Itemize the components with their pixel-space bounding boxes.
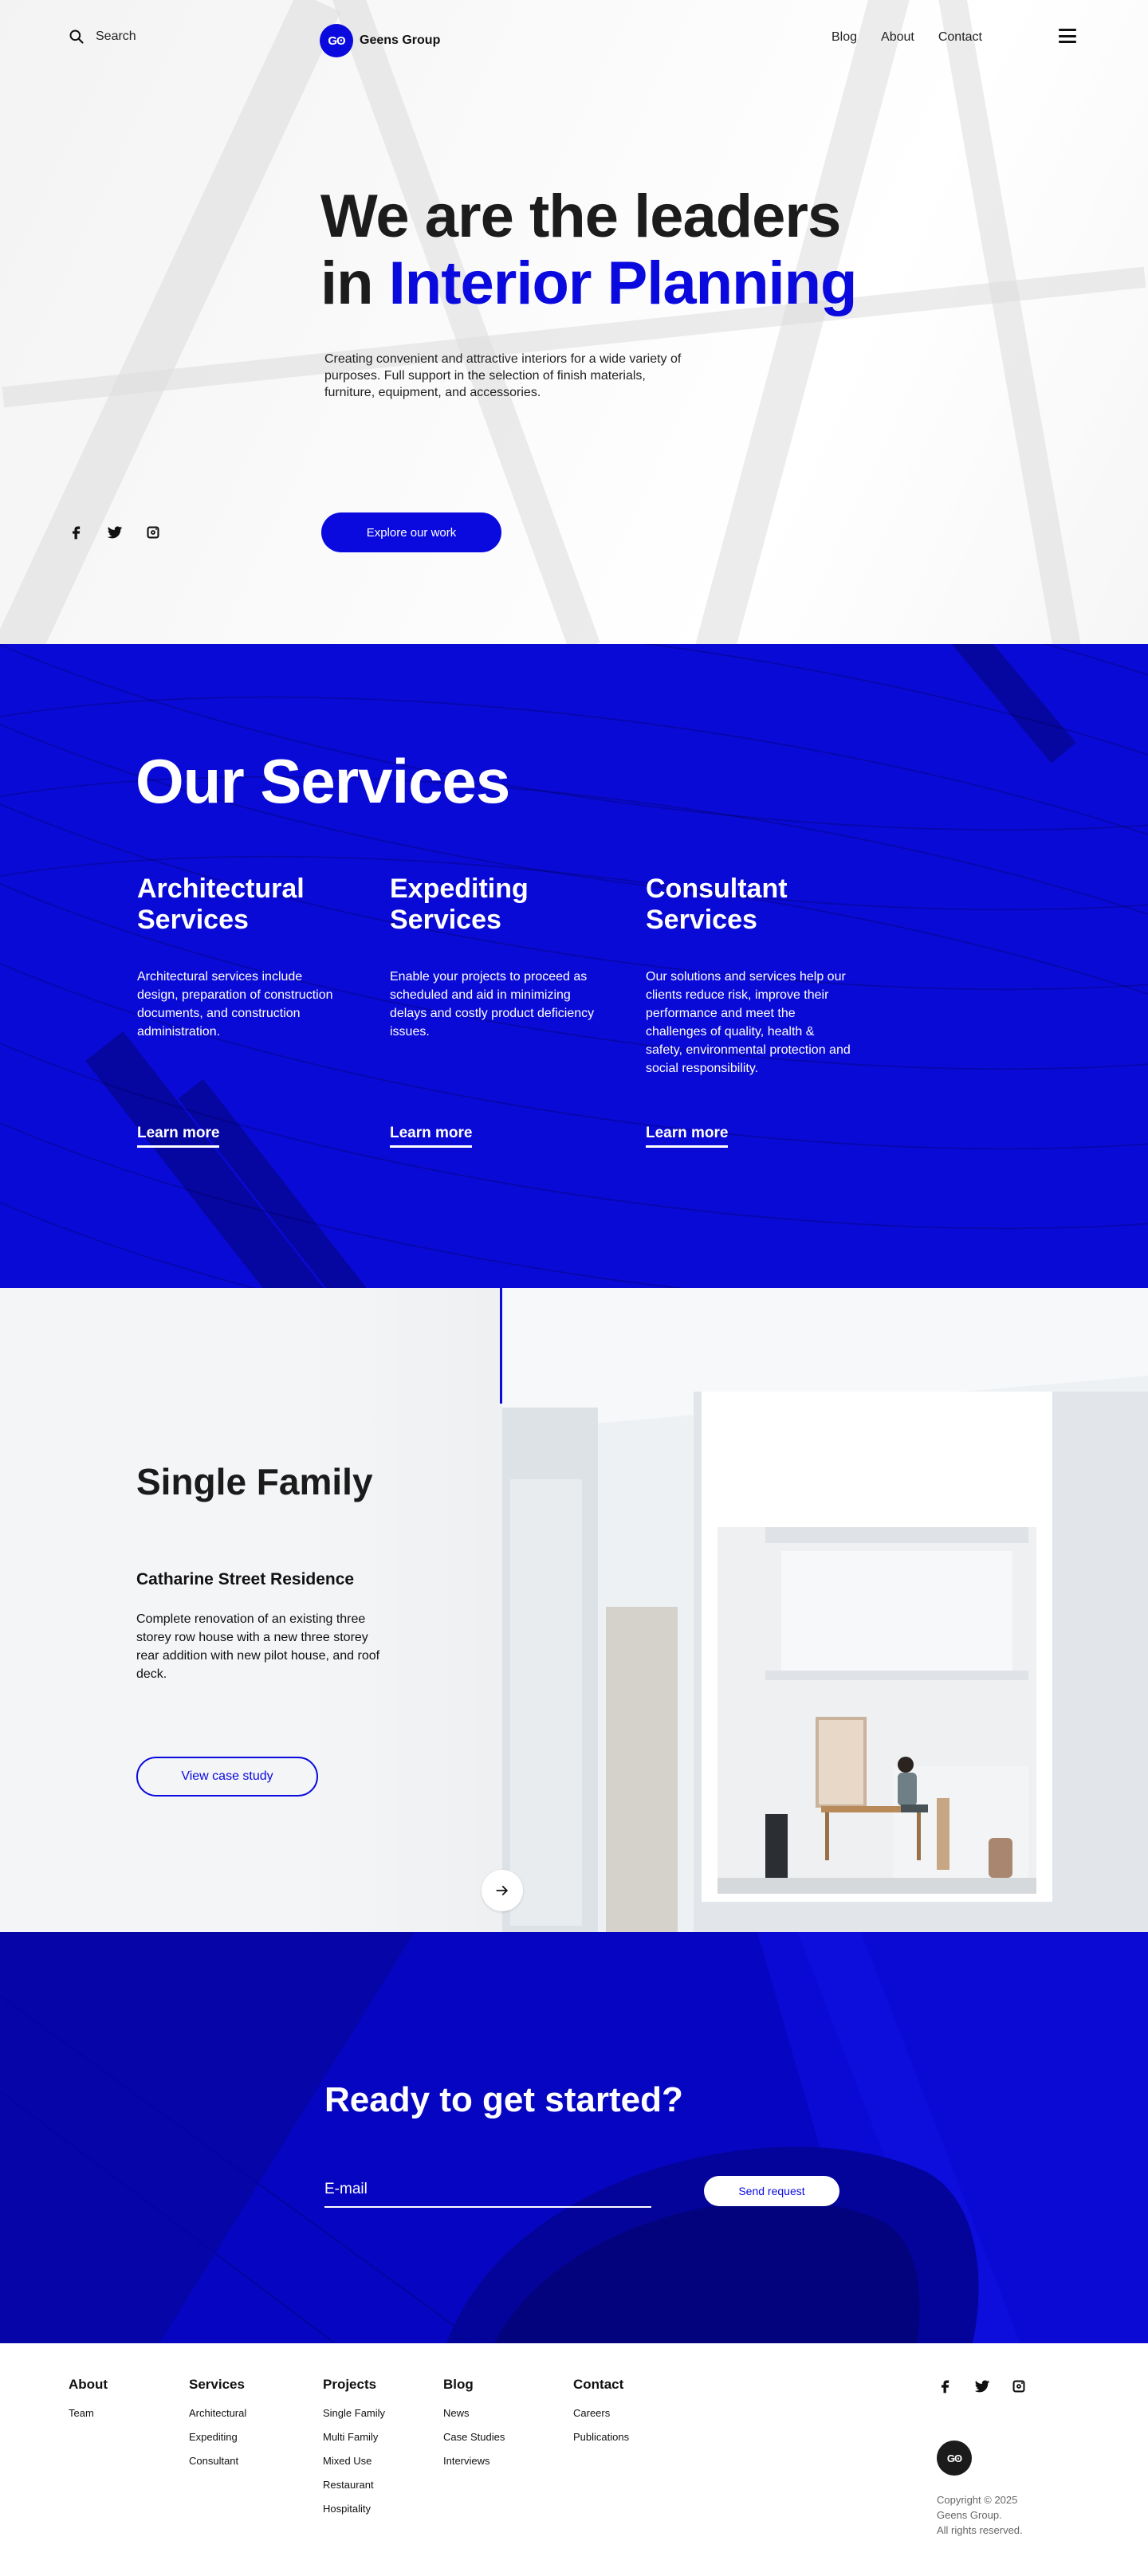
brand-name: Geens Group bbox=[360, 33, 441, 47]
project-category: Single Family bbox=[136, 1461, 373, 1502]
footer-heading: Projects bbox=[323, 2377, 377, 2392]
hero-title: We are the leaders in Interior Planning bbox=[320, 183, 858, 317]
footer-link[interactable]: Publications bbox=[573, 2431, 629, 2443]
hero-section: Search Gʘ Geens Group Blog About Contact… bbox=[0, 0, 1148, 644]
hero-title-prefix: in bbox=[320, 249, 389, 317]
footer-link[interactable]: Architectural bbox=[189, 2407, 246, 2419]
nav-contact[interactable]: Contact bbox=[938, 30, 982, 45]
search-trigger[interactable]: Search bbox=[69, 29, 136, 45]
footer-column-contact: Contact Careers Publications bbox=[573, 2377, 629, 2455]
services-section: Our Services Architectural Services Arch… bbox=[0, 644, 1148, 1288]
search-icon bbox=[69, 29, 84, 44]
hamburger-icon[interactable] bbox=[1059, 29, 1076, 43]
services-title: Our Services bbox=[136, 746, 510, 816]
service-title: Architectural Services bbox=[137, 874, 305, 935]
facebook-icon[interactable] bbox=[938, 2378, 953, 2394]
learn-more-consultant-link[interactable]: Learn more bbox=[646, 1125, 729, 1148]
footer-link[interactable]: Restaurant bbox=[323, 2479, 385, 2491]
service-title: Expediting Services bbox=[390, 874, 529, 935]
footer-link[interactable]: Team bbox=[69, 2407, 108, 2419]
top-navigation: Search Gʘ Geens Group Blog About Contact bbox=[0, 24, 1148, 57]
footer-link[interactable]: Case Studies bbox=[443, 2431, 505, 2443]
service-card-expediting: Expediting Services Enable your projects… bbox=[390, 874, 597, 1041]
background-beam bbox=[0, 0, 341, 644]
footer-link[interactable]: Single Family bbox=[323, 2407, 385, 2419]
service-description: Our solutions and services help our clie… bbox=[646, 970, 851, 1075]
nav-blog[interactable]: Blog bbox=[832, 30, 857, 45]
instagram-icon[interactable] bbox=[1011, 2378, 1027, 2394]
project-description: Complete renovation of an existing three… bbox=[136, 1612, 380, 1681]
main-nav: Blog About Contact bbox=[832, 30, 982, 45]
footer-heading: Services bbox=[189, 2377, 245, 2392]
hero-title-line1: We are the leaders bbox=[320, 183, 841, 250]
learn-more-expediting-link[interactable]: Learn more bbox=[390, 1125, 473, 1148]
facebook-icon[interactable] bbox=[69, 524, 85, 540]
interior-illustration bbox=[502, 1288, 1148, 1932]
footer-column-services: Services Architectural Expediting Consul… bbox=[189, 2377, 246, 2479]
footer-logo[interactable]: Gʘ bbox=[937, 2441, 972, 2476]
twitter-icon[interactable] bbox=[107, 524, 123, 540]
footer-link[interactable]: Consultant bbox=[189, 2455, 246, 2467]
service-title: Consultant Services bbox=[646, 874, 788, 935]
footer-column-projects: Projects Single Family Multi Family Mixe… bbox=[323, 2377, 385, 2527]
explore-work-button[interactable]: Explore our work bbox=[321, 512, 501, 552]
footer-link[interactable]: Multi Family bbox=[323, 2431, 385, 2443]
send-request-button[interactable]: Send request bbox=[704, 2176, 839, 2206]
footer-column-about: About Team bbox=[69, 2377, 108, 2431]
hero-description: Creating convenient and attractive inter… bbox=[324, 352, 682, 399]
footer-link[interactable]: News bbox=[443, 2407, 505, 2419]
email-field[interactable] bbox=[324, 2173, 651, 2208]
project-section: Single Family Catharine Street Residence… bbox=[0, 1288, 1148, 1932]
cta-background bbox=[0, 1932, 1148, 2343]
cta-title: Ready to get started? bbox=[324, 2080, 683, 2119]
footer: About Team Services Architectural Expedi… bbox=[0, 2343, 1148, 2576]
social-links bbox=[69, 524, 161, 540]
footer-link[interactable]: Hospitality bbox=[323, 2503, 385, 2515]
copyright-line: Geens Group. bbox=[937, 2509, 1002, 2521]
brand[interactable]: Gʘ Geens Group bbox=[320, 24, 440, 57]
brand-logo: Gʘ bbox=[320, 24, 353, 57]
footer-link[interactable]: Interviews bbox=[443, 2455, 505, 2467]
cta-section: Ready to get started? Send request bbox=[0, 1932, 1148, 2343]
twitter-icon[interactable] bbox=[974, 2378, 990, 2394]
learn-more-architectural-link[interactable]: Learn more bbox=[137, 1125, 220, 1148]
copyright-line: All rights reserved. bbox=[937, 2524, 1023, 2536]
project-photo bbox=[502, 1288, 1148, 1932]
nav-about[interactable]: About bbox=[881, 30, 914, 45]
hero-title-accent: Interior Planning bbox=[388, 249, 858, 317]
view-case-study-button[interactable]: View case study bbox=[136, 1757, 318, 1797]
copyright-line: Copyright © 2025 bbox=[937, 2494, 1018, 2506]
service-description: Architectural services include design, p… bbox=[137, 970, 333, 1039]
footer-heading: About bbox=[69, 2377, 108, 2392]
footer-heading: Contact bbox=[573, 2377, 624, 2392]
footer-social-links bbox=[938, 2378, 1027, 2394]
service-card-architectural: Architectural Services Architectural ser… bbox=[137, 874, 344, 1041]
accent-line bbox=[500, 1288, 502, 1404]
service-card-consultant: Consultant Services Our solutions and se… bbox=[646, 874, 853, 1078]
footer-link[interactable]: Mixed Use bbox=[323, 2455, 385, 2467]
footer-column-blog: Blog News Case Studies Interviews bbox=[443, 2377, 505, 2479]
footer-link[interactable]: Expediting bbox=[189, 2431, 246, 2443]
service-description: Enable your projects to proceed as sched… bbox=[390, 970, 595, 1039]
search-label: Search bbox=[96, 29, 136, 43]
instagram-icon[interactable] bbox=[145, 524, 161, 540]
copyright: Copyright © 2025 Geens Group. All rights… bbox=[937, 2492, 1023, 2538]
footer-link[interactable]: Careers bbox=[573, 2407, 629, 2419]
project-name: Catharine Street Residence bbox=[136, 1570, 355, 1588]
footer-heading: Blog bbox=[443, 2377, 474, 2392]
arrow-right-icon[interactable] bbox=[482, 1870, 523, 1911]
background-beam bbox=[934, 0, 1087, 644]
